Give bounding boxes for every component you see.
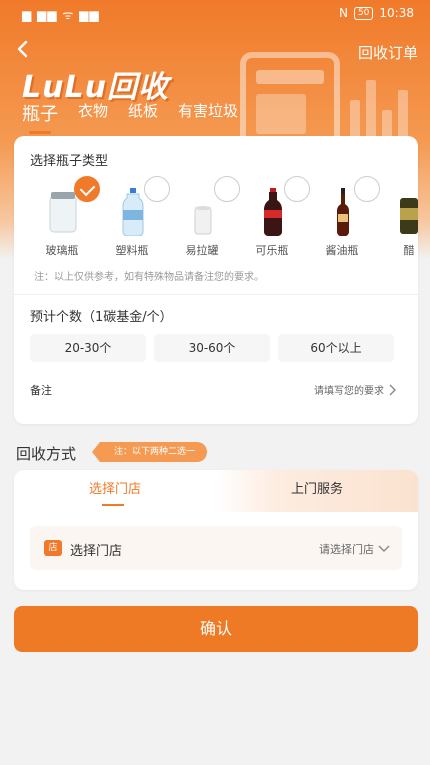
tab-cardboard[interactable]: 纸板: [128, 100, 158, 132]
bottle-label: 易拉罐: [185, 244, 219, 257]
recycle-method-note: 注：以下两种二选一: [91, 442, 208, 462]
remark-input[interactable]: 请填写您的要求: [314, 382, 396, 397]
store-label: 选择门店: [70, 544, 123, 559]
vinegar-bottle-icon: [400, 198, 418, 234]
bottle-option-vinegar[interactable]: 醋: [380, 176, 418, 257]
store-selector[interactable]: 店 选择门店 请选择门店: [30, 526, 402, 570]
glass-jar-icon: [49, 192, 77, 233]
bottle-option-glass[interactable]: 玻璃瓶: [30, 176, 100, 257]
divider: [14, 294, 418, 295]
recycle-method-card: 选择门店 上门服务 店 选择门店 请选择门店: [14, 470, 418, 590]
recycle-orders-link[interactable]: 回收订单: [358, 42, 418, 63]
nfc-icon: N: [338, 6, 348, 20]
store-value: 请选择门店: [319, 543, 374, 556]
bottle-label: 醋: [403, 244, 415, 257]
bottle-label: 玻璃瓶: [45, 244, 79, 257]
bottle-option-soy-sauce[interactable]: 酱油瓶: [310, 176, 380, 257]
status-bar: ▆ ▆▆ ᯤ ▆▆ N 50 10:38: [0, 0, 430, 26]
bottle-option-cola[interactable]: 可乐瓶: [240, 176, 310, 257]
quantity-option-20-30[interactable]: 20-30个: [30, 334, 146, 362]
bottle-option-plastic[interactable]: 塑料瓶: [100, 176, 170, 257]
store-icon: 店: [44, 540, 62, 556]
category-tabs: 瓶子 衣物 纸板 有害垃圾: [22, 100, 238, 132]
bottle-label: 可乐瓶: [255, 244, 289, 257]
plastic-bottle-icon: [122, 188, 144, 236]
recycle-method-title: 回收方式: [16, 445, 77, 463]
chevron-down-icon: [378, 545, 390, 552]
bottle-note: 注：以上仅供参考，如有特殊物品请备注您的要求。: [34, 272, 264, 283]
quantity-options: 20-30个 30-60个 60个以上: [30, 334, 394, 362]
back-arrow-icon[interactable]: [12, 38, 34, 60]
bottle-label: 塑料瓶: [115, 244, 149, 257]
confirm-button[interactable]: 确认: [14, 606, 418, 652]
chevron-right-icon: [389, 384, 396, 395]
quantity-title: 预计个数（1碳基金/个）: [30, 310, 173, 325]
can-icon: [194, 206, 212, 235]
bottle-type-title: 选择瓶子类型: [30, 154, 109, 169]
bar-illustration: [350, 70, 420, 140]
tab-home-service[interactable]: 上门服务: [216, 470, 418, 512]
soy-sauce-bottle-icon: [337, 188, 349, 236]
tab-clothes[interactable]: 衣物: [78, 100, 108, 132]
cola-bottle-icon: [264, 188, 282, 236]
remark-placeholder: 请填写您的要求: [314, 386, 384, 397]
tab-hazardous[interactable]: 有害垃圾: [178, 100, 238, 132]
signal-icons: ▆ ▆▆ ᯤ ▆▆: [22, 8, 100, 22]
battery-icon: 50: [353, 6, 374, 20]
bottle-option-can[interactable]: 易拉罐: [170, 176, 240, 257]
bottle-card: 选择瓶子类型 玻璃瓶 塑料瓶 易拉罐 可乐瓶 酱油瓶 醋 注：以上仅供参考，如有…: [14, 136, 418, 424]
quantity-option-60-plus[interactable]: 60个以上: [278, 334, 394, 362]
tab-bottles[interactable]: 瓶子: [22, 100, 58, 132]
quantity-option-30-60[interactable]: 30-60个: [154, 334, 270, 362]
clock: 10:38: [379, 6, 414, 20]
remark-label: 备注: [30, 384, 52, 397]
tab-select-store[interactable]: 选择门店: [14, 470, 216, 512]
bottle-label: 酱油瓶: [325, 244, 359, 257]
